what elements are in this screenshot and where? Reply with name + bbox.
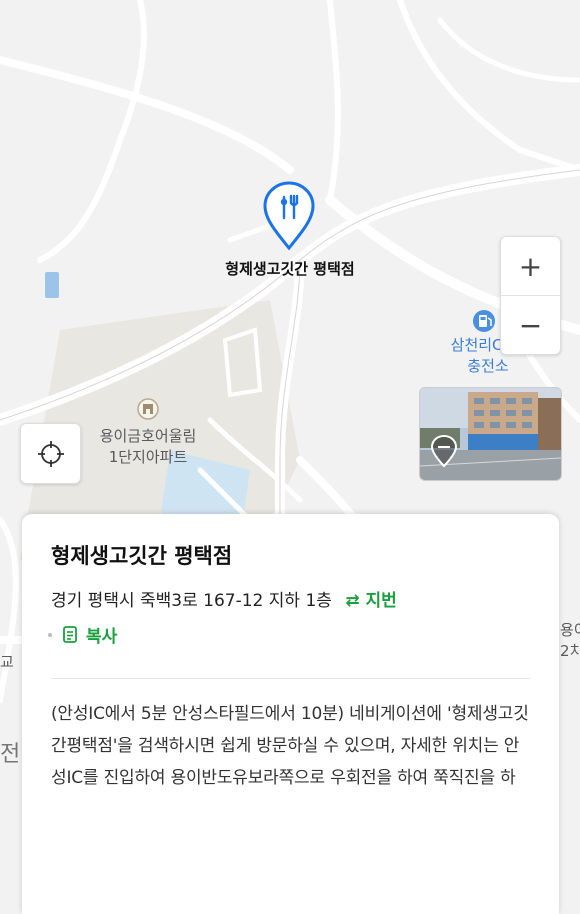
place-name[interactable]: 형제생고깃간 평택점 bbox=[51, 540, 232, 570]
jibun-label: 지번 bbox=[365, 591, 397, 611]
current-location-button[interactable] bbox=[20, 423, 81, 484]
map-edge-label-right: 용이 bbox=[560, 621, 580, 639]
place-description: (안성IC에서 5분 안성스타필드에서 10분) 네비게이션에 '형제생고깃간평… bbox=[51, 704, 529, 788]
swap-arrows-icon: ⇄ bbox=[345, 591, 360, 611]
gas-station-icon bbox=[473, 310, 495, 332]
copy-icon bbox=[63, 625, 77, 643]
zoom-out-button[interactable]: − bbox=[501, 296, 560, 354]
map-edge-label-right2: 2치 bbox=[560, 642, 580, 660]
bullet-dot bbox=[48, 632, 52, 637]
jibun-toggle-button[interactable]: ⇄ 지번 bbox=[345, 591, 396, 611]
roadview-thumbnail[interactable] bbox=[419, 387, 562, 481]
map-edge-label-left: 교 bbox=[0, 653, 14, 671]
pin-label[interactable]: 형제생고깃간 평택점 bbox=[180, 258, 400, 279]
place-address: 경기 평택시 죽백3로 167-12 지하 1층 bbox=[51, 591, 332, 611]
zoom-controls: + − bbox=[500, 236, 561, 355]
place-address-row: 경기 평택시 죽백3로 167-12 지하 1층 ⇄ 지번 bbox=[51, 586, 397, 611]
apartment-icon bbox=[137, 398, 159, 420]
zoom-in-button[interactable]: + bbox=[501, 237, 560, 295]
street-photo bbox=[420, 388, 561, 480]
crosshair-icon bbox=[37, 440, 64, 467]
card-divider bbox=[51, 678, 530, 679]
copy-label: 복사 bbox=[86, 627, 118, 647]
copy-address-button[interactable]: 복사 bbox=[48, 622, 117, 647]
map-edge-label-left2: 전 bbox=[0, 742, 21, 767]
gas-station-label-line2[interactable]: 충전소 bbox=[438, 356, 538, 376]
apartment-label-line2[interactable]: 1단지아파트 bbox=[86, 447, 210, 467]
place-info-card[interactable]: 형제생고깃간 평택점 경기 평택시 죽백3로 167-12 지하 1층 ⇄ 지번… bbox=[22, 514, 559, 914]
apartment-label-line1[interactable]: 용이금호어울림 bbox=[86, 426, 210, 446]
